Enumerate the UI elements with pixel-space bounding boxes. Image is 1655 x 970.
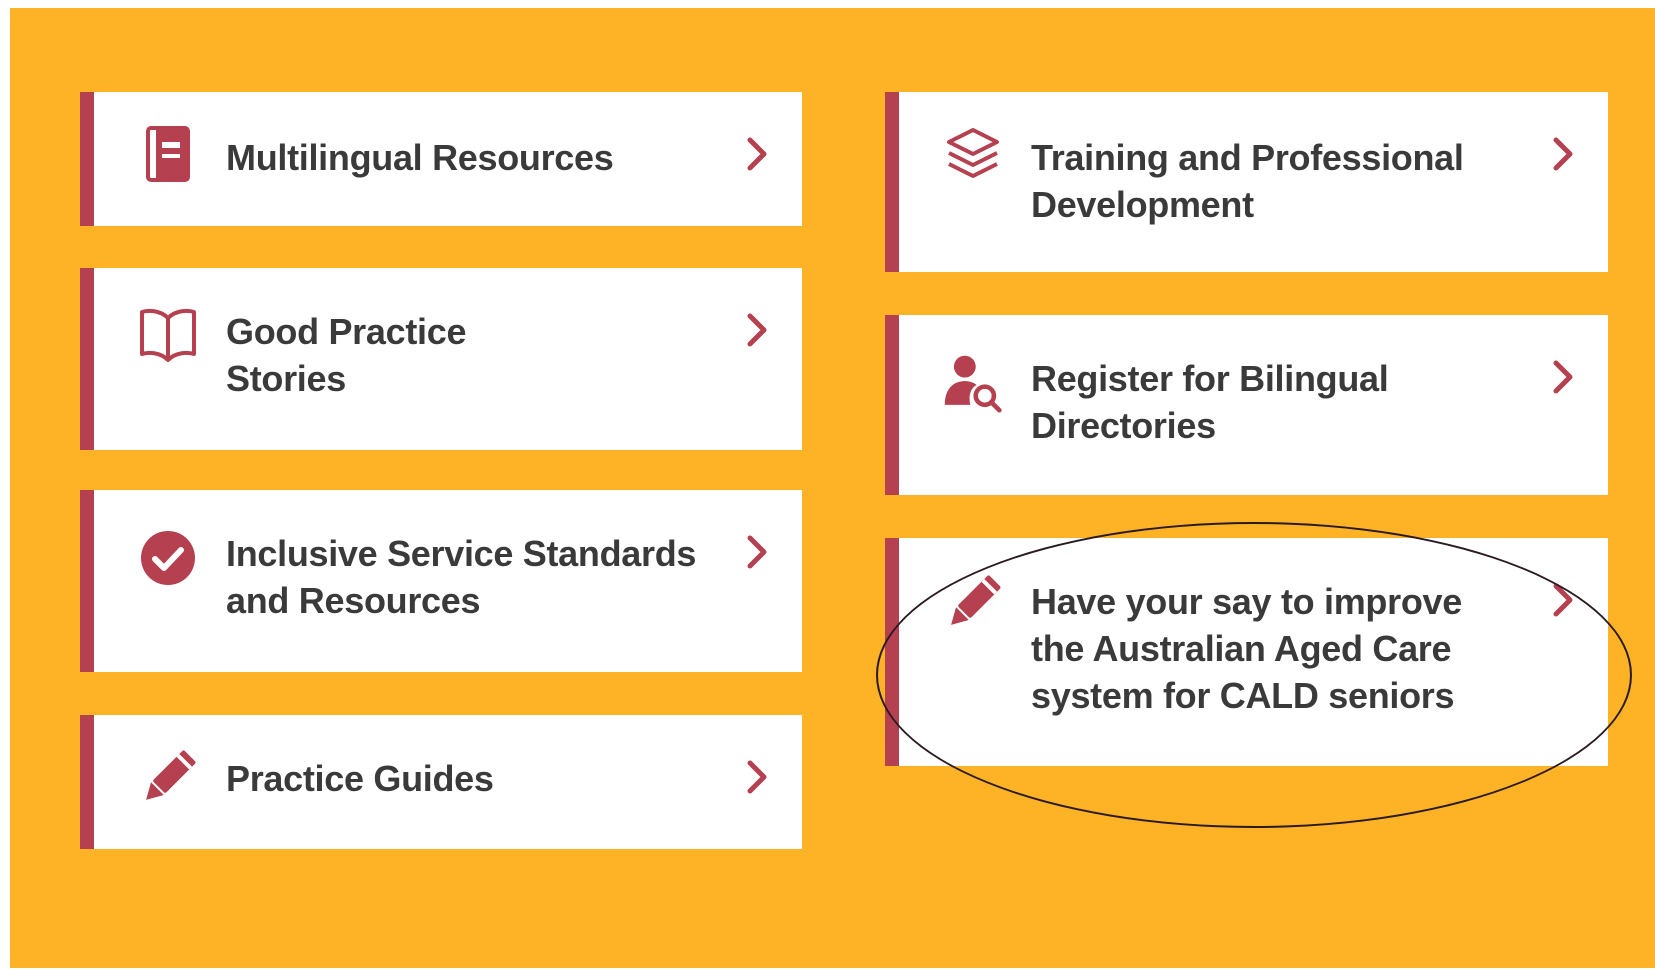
card-label: Have your say to improve the Australian … [1031,581,1462,716]
card-label: Training and Professional Development [1031,137,1464,225]
pencil-icon [943,574,1003,634]
chevron-right-icon [744,136,770,172]
card-label: Good Practice Stories [226,311,467,399]
card-label: Inclusive Service Standards and Resource… [226,533,697,621]
chevron-right-icon [1550,136,1576,172]
card-label: Practice Guides [226,758,494,799]
training-professional-development-card[interactable]: Training and Professional Development [885,92,1608,272]
open-book-icon [138,306,198,366]
chevron-right-icon [744,534,770,570]
user-search-icon [943,351,1003,413]
pencil-icon [138,749,198,809]
phrasebook-icon [138,126,198,186]
chevron-right-icon [744,312,770,348]
check-circle-icon [138,530,198,590]
chevron-right-icon [1550,582,1576,618]
card-label: Multilingual Resources [226,137,614,178]
inclusive-service-standards-card[interactable]: Inclusive Service Standards and Resource… [80,490,802,672]
practice-guides-card[interactable]: Practice Guides [80,715,802,849]
multilingual-resources-card[interactable]: Multilingual Resources [80,92,802,226]
chevron-right-icon [744,759,770,795]
card-label: Register for Bilingual Directories [1031,358,1389,446]
chevron-right-icon [1550,359,1576,395]
good-practice-stories-card[interactable]: Good Practice Stories [80,268,802,450]
have-your-say-card[interactable]: Have your say to improve the Australian … [885,538,1608,766]
register-bilingual-directories-card[interactable]: Register for Bilingual Directories [885,315,1608,495]
layers-icon [943,126,1003,186]
